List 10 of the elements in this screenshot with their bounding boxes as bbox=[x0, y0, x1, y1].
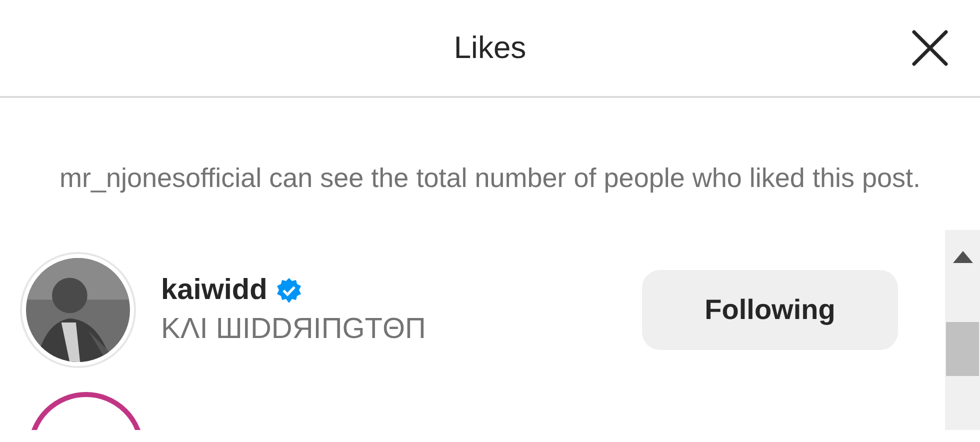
display-name: KΛI ШIDDЯIПGTΘП bbox=[161, 313, 427, 346]
scrollbar[interactable] bbox=[945, 230, 980, 430]
close-icon[interactable] bbox=[910, 28, 950, 68]
scroll-thumb[interactable] bbox=[946, 322, 979, 376]
scroll-up-icon[interactable] bbox=[952, 250, 974, 264]
avatar[interactable] bbox=[20, 252, 136, 368]
dialog-title: Likes bbox=[454, 30, 526, 66]
username[interactable]: kaiwidd bbox=[161, 274, 268, 307]
following-button[interactable]: Following bbox=[642, 270, 898, 350]
notice-text: mr_njonesofficial can see the total number of people who liked this post. bbox=[58, 162, 922, 195]
